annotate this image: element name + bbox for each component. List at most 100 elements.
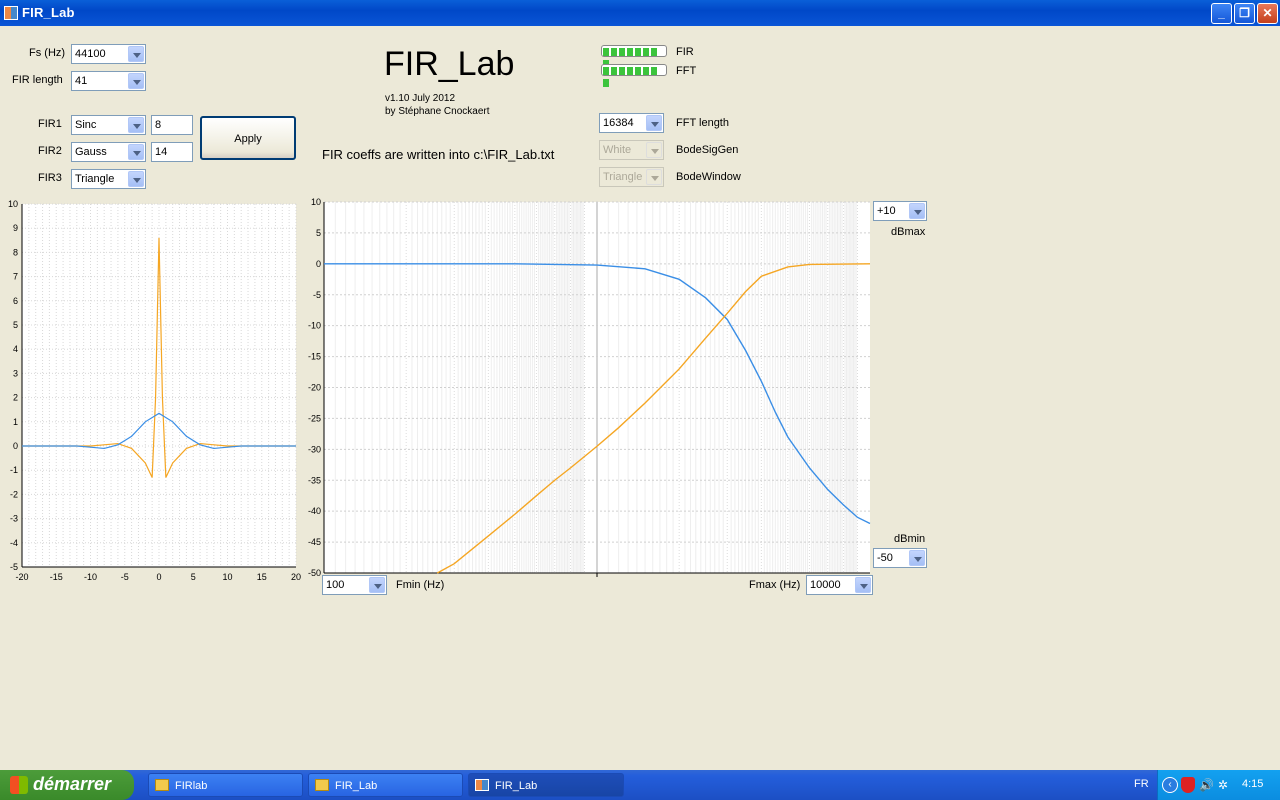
y-tick-label: -30 xyxy=(308,444,321,454)
dbmax-value: +10 xyxy=(877,205,896,217)
author-text: by Stéphane Cnockaert xyxy=(385,106,490,117)
y-tick-label: 0 xyxy=(13,441,18,451)
y-tick-label: -2 xyxy=(10,489,18,499)
fs-value: 44100 xyxy=(75,48,106,60)
chevron-down-icon[interactable] xyxy=(369,577,385,593)
chevron-down-icon xyxy=(646,169,662,185)
fir1-label: FIR1 xyxy=(38,118,62,130)
clock[interactable]: 4:15 xyxy=(1242,778,1263,790)
task-fir-lab-app[interactable]: FIR_Lab xyxy=(468,773,624,797)
chevron-down-icon[interactable] xyxy=(909,203,925,219)
y-tick-label: -35 xyxy=(308,475,321,485)
chevron-down-icon[interactable] xyxy=(855,577,871,593)
task-firlab-folder[interactable]: FIRlab xyxy=(148,773,303,797)
task-label: FIRlab xyxy=(175,780,208,792)
y-tick-label: 5 xyxy=(316,228,321,238)
chevron-down-icon[interactable] xyxy=(646,115,662,131)
y-tick-label: 5 xyxy=(13,320,18,330)
fmin-select[interactable]: 100 xyxy=(322,575,387,595)
impulse-response-chart: 109876543210-1-2-3-4-5-20 -15 -10 -5 0 5 10 15 2… xyxy=(8,199,301,582)
output-note: FIR coeffs are written into c:\FIR_Lab.t… xyxy=(322,147,555,162)
minimize-button[interactable]: _ xyxy=(1211,3,1232,24)
bodesiggen-value: White xyxy=(603,144,632,156)
apply-button[interactable]: Apply xyxy=(200,116,296,160)
y-tick-label: -45 xyxy=(308,537,321,547)
fs-select[interactable]: 44100 xyxy=(71,44,146,64)
chevron-down-icon[interactable] xyxy=(128,171,144,187)
task-label: FIR_Lab xyxy=(495,780,538,792)
fir2-param-value: 14 xyxy=(155,146,168,158)
progress-block xyxy=(651,48,657,56)
restore-button[interactable]: ❐ xyxy=(1234,3,1255,24)
y-tick-label: 4 xyxy=(13,344,18,354)
fmax-value: 10000 xyxy=(810,579,841,591)
dbmax-select[interactable]: +10 xyxy=(873,201,927,221)
fir-progress-label: FIR xyxy=(676,46,694,58)
chevron-down-icon[interactable] xyxy=(128,73,144,89)
language-indicator[interactable]: FR xyxy=(1134,778,1149,790)
app-icon xyxy=(475,779,489,791)
y-tick-label: 8 xyxy=(13,247,18,257)
progress-block xyxy=(619,48,625,56)
y-tick-label: 7 xyxy=(13,272,18,282)
bode-plot-chart: 10 5 0 -5 -10 -15 -20 -25 -30 -35 -40 -45 -50 xyxy=(308,197,871,578)
fft-length-select[interactable]: 16384 xyxy=(599,113,664,133)
x-tick-label: 10 xyxy=(222,572,232,582)
y-tick-label: 3 xyxy=(13,368,18,378)
start-button[interactable]: démarrer xyxy=(0,770,134,800)
fir-length-value: 41 xyxy=(75,75,88,87)
fir2-param-input[interactable]: 14 xyxy=(151,142,193,162)
fir-length-select[interactable]: 41 xyxy=(71,71,146,91)
dbmin-label: dBmin xyxy=(894,533,926,545)
progress-block xyxy=(627,48,633,56)
chevron-down-icon xyxy=(646,142,662,158)
dbmax-label: dBmax xyxy=(891,226,926,238)
app-icon xyxy=(4,6,18,20)
chevron-down-icon[interactable] xyxy=(128,117,144,133)
x-tick-label: -15 xyxy=(50,572,63,582)
bodewindow-select[interactable]: Triangle xyxy=(599,167,664,187)
progress-block xyxy=(603,48,609,56)
chevron-left-icon[interactable]: ‹ xyxy=(1162,777,1178,793)
folder-icon xyxy=(155,779,169,791)
dbmin-select[interactable]: -50 xyxy=(873,548,927,568)
progress-block xyxy=(627,67,633,75)
system-tray: ‹ 🔊 ✲ 4:15 xyxy=(1157,770,1280,800)
fmax-select[interactable]: 10000 xyxy=(806,575,873,595)
fir2-type-select[interactable]: Gauss xyxy=(71,142,146,162)
progress-block xyxy=(643,48,649,56)
bodesiggen-select[interactable]: White xyxy=(599,140,664,160)
fft-progress-label: FFT xyxy=(676,65,697,77)
x-tick-label: 5 xyxy=(191,572,196,582)
chevron-down-icon[interactable] xyxy=(128,46,144,62)
fir1-type-select[interactable]: Sinc xyxy=(71,115,146,135)
close-button[interactable]: ✕ xyxy=(1257,3,1278,24)
x-tick-label: -20 xyxy=(15,572,28,582)
chevron-down-icon[interactable] xyxy=(909,550,925,566)
task-label: FIR_Lab xyxy=(335,780,378,792)
fmin-value: 100 xyxy=(326,579,345,591)
bodesiggen-label: BodeSigGen xyxy=(676,144,739,156)
fir-progress-bar xyxy=(601,45,667,68)
speaker-icon[interactable]: 🔊 xyxy=(1199,778,1214,792)
start-label: démarrer xyxy=(33,774,112,794)
progress-block xyxy=(635,67,641,75)
folder-icon xyxy=(315,779,329,791)
window-title-bar[interactable]: FIR_Lab _ ❐ ✕ xyxy=(0,0,1280,26)
fir3-type-select[interactable]: Triangle xyxy=(71,169,146,189)
y-tick-label: 0 xyxy=(316,259,321,269)
fft-progress-bar xyxy=(601,64,667,87)
progress-block xyxy=(643,67,649,75)
network-icon[interactable]: ✲ xyxy=(1218,778,1228,792)
app-title: FIR_Lab xyxy=(384,45,515,83)
task-fir-lab-folder[interactable]: FIR_Lab xyxy=(308,773,463,797)
fmax-label: Fmax (Hz) xyxy=(749,579,801,591)
shield-icon[interactable] xyxy=(1181,777,1195,793)
fir-length-label: FIR length xyxy=(12,74,63,86)
chevron-down-icon[interactable] xyxy=(128,144,144,160)
progress-block xyxy=(603,79,609,87)
taskbar: démarrer FIRlab FIR_Lab FIR_Lab FR ‹ 🔊 ✲… xyxy=(0,770,1280,800)
fir1-param-input[interactable]: 8 xyxy=(151,115,193,135)
fir3-label: FIR3 xyxy=(38,172,62,184)
x-tick-label: 15 xyxy=(257,572,267,582)
